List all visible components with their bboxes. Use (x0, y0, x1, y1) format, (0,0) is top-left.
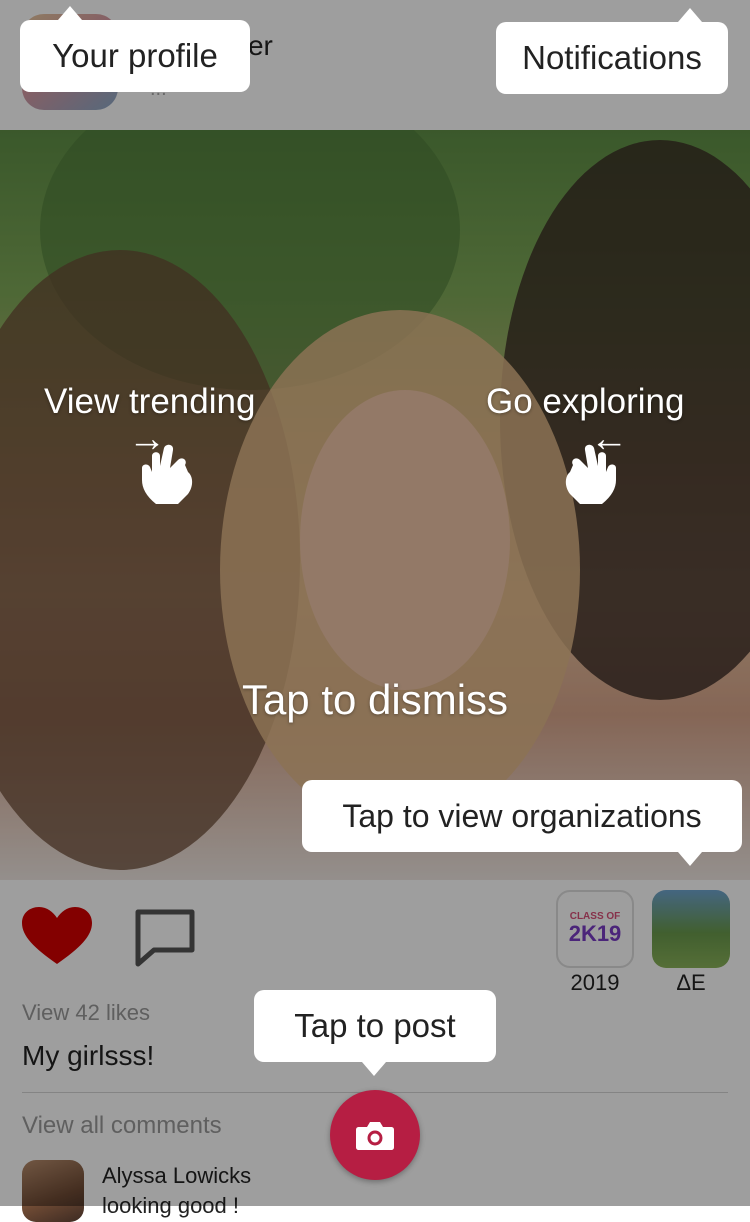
hand-pointer-icon (565, 444, 616, 504)
go-exploring-hint: Go exploring (486, 382, 685, 421)
notifications-tooltip: Notifications (496, 8, 728, 94)
tap-to-dismiss-hint[interactable]: Tap to dismiss (0, 676, 750, 724)
post-tooltip: Tap to post (254, 990, 496, 1076)
camera-icon (356, 1122, 394, 1150)
post-button[interactable] (330, 1090, 420, 1180)
profile-tooltip: Your profile (20, 6, 250, 92)
organizations-tooltip: Tap to view organizations (302, 780, 742, 866)
hand-pointer-icon (142, 444, 193, 504)
app-screen: Miller ... CLASS OF 2K19 2019 ΔE View 42… (0, 0, 750, 1222)
view-trending-hint: View trending (44, 382, 256, 421)
